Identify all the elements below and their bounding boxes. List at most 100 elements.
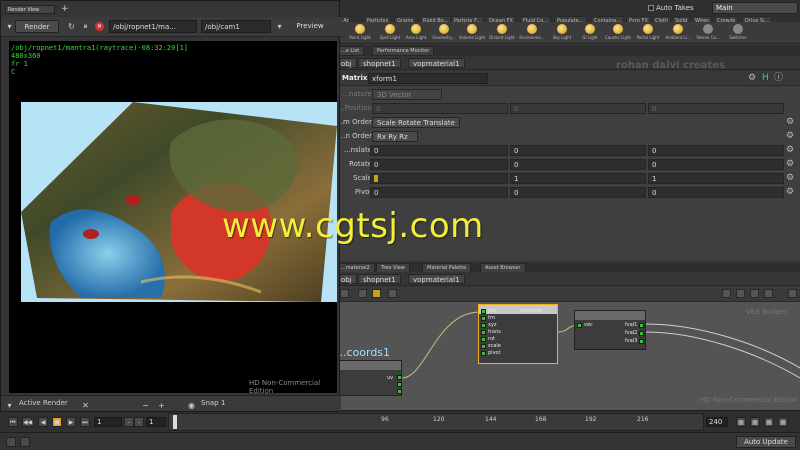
- xform-order-select[interactable]: Scale Rotate Translate: [372, 117, 460, 128]
- stop-render-icon[interactable]: ✕: [95, 22, 104, 31]
- output-port[interactable]: [639, 339, 644, 344]
- gear-icon[interactable]: ⚙: [786, 188, 795, 197]
- area-light-tool[interactable]: Area Light: [402, 24, 430, 44]
- input-port[interactable]: [481, 351, 486, 356]
- play-button[interactable]: ▶: [66, 417, 76, 427]
- refresh-icon[interactable]: ↻: [67, 22, 76, 31]
- output-port[interactable]: [397, 389, 402, 394]
- scale-z-field[interactable]: 1: [648, 173, 784, 184]
- tool-icon[interactable]: [372, 289, 381, 298]
- keys-icon[interactable]: ▦: [736, 417, 746, 427]
- rop-path-field[interactable]: /obj/ropnet1/ma...: [109, 20, 197, 33]
- tool-icon[interactable]: [358, 289, 367, 298]
- pivot-y-field[interactable]: 0: [510, 187, 646, 198]
- position-y-field[interactable]: 0: [510, 103, 646, 114]
- gear-icon[interactable]: ⚙: [786, 118, 795, 127]
- position-x-field[interactable]: 0: [372, 103, 508, 114]
- snap-value[interactable]: 1: [221, 399, 225, 407]
- caustic-light-tool[interactable]: Caustic Light: [604, 24, 632, 44]
- vector-to-float-node[interactable]: vec fval1 fval2 fval3: [574, 310, 646, 350]
- timeline-ruler[interactable]: 96 120 144 168 192 216: [168, 413, 704, 431]
- environment-light-tool[interactable]: Environme...: [518, 24, 546, 44]
- scale-x-field[interactable]: [370, 173, 508, 184]
- keys-icon[interactable]: ▦: [764, 417, 774, 427]
- breadcrumb-shopnet[interactable]: shopnet1: [358, 274, 401, 284]
- auto-update-button[interactable]: Auto Update: [736, 436, 796, 448]
- camera-field[interactable]: /obj/cam1: [201, 20, 271, 33]
- output-port[interactable]: [397, 382, 402, 387]
- gi-light-tool[interactable]: GI Light: [576, 24, 604, 44]
- status-icon[interactable]: [20, 437, 30, 447]
- keys-icon[interactable]: ▦: [750, 417, 760, 427]
- step-back-button[interactable]: ◀◀: [22, 417, 32, 427]
- playhead[interactable]: [173, 415, 177, 429]
- breadcrumb-shopnet[interactable]: shopnet1: [358, 58, 401, 68]
- position-z-field[interactable]: 0: [648, 103, 784, 114]
- status-icon[interactable]: [6, 437, 16, 447]
- tool-icon[interactable]: [788, 289, 797, 298]
- pivot-x-field[interactable]: 0: [370, 187, 508, 198]
- zoom-in-icon[interactable]: +: [157, 401, 166, 410]
- stereo-camera-tool[interactable]: Stereo Ca...: [694, 24, 722, 44]
- jump-end-button[interactable]: ⏭: [80, 417, 90, 427]
- zoom-out-icon[interactable]: −: [141, 401, 150, 410]
- render-button[interactable]: Render: [15, 20, 59, 33]
- rotate-z-field[interactable]: 0: [648, 159, 784, 170]
- volume-light-tool[interactable]: Volume Light: [458, 24, 486, 44]
- distant-light-tool[interactable]: Distant Light: [488, 24, 516, 44]
- portal-light-tool[interactable]: Portal Light: [634, 24, 662, 44]
- keys-icon[interactable]: ▦: [778, 417, 788, 427]
- auto-takes-checkbox[interactable]: [648, 5, 654, 11]
- frame-up-button[interactable]: -: [134, 417, 144, 427]
- rot-order-select[interactable]: Rx Ry Rz: [372, 131, 418, 142]
- tool-icon[interactable]: [340, 289, 349, 298]
- tab-performance-monitor[interactable]: Performance Monitor: [372, 46, 435, 56]
- options-icon[interactable]: ▾: [275, 22, 284, 31]
- translate-y-field[interactable]: 0: [510, 145, 646, 156]
- output-port[interactable]: [397, 375, 402, 380]
- scale-y-field[interactable]: 1: [510, 173, 646, 184]
- tool-icon[interactable]: [736, 289, 745, 298]
- ambient-light-tool[interactable]: Ambient Li...: [664, 24, 692, 44]
- tab-list[interactable]: ...e List: [336, 46, 365, 56]
- breadcrumb-vopmaterial[interactable]: vopmaterial1: [408, 274, 465, 284]
- coords-node[interactable]: uv: [336, 360, 402, 396]
- input-port[interactable]: [481, 316, 486, 321]
- spot-light-tool[interactable]: Spot Light: [376, 24, 404, 44]
- xform-node[interactable]: pos trn xyz trans rot scale pivot xformp…: [478, 304, 558, 364]
- input-port[interactable]: [481, 344, 486, 349]
- switcher-tool[interactable]: Switcher: [724, 24, 752, 44]
- tool-icon[interactable]: [764, 289, 773, 298]
- desktop-select[interactable]: Main: [712, 2, 798, 14]
- rotate-x-field[interactable]: 0: [370, 159, 508, 170]
- translate-z-field[interactable]: 0: [648, 145, 784, 156]
- jump-start-button[interactable]: ⏮: [8, 417, 18, 427]
- signature-select[interactable]: 3D Vector: [372, 89, 442, 100]
- pivot-z-field[interactable]: 0: [648, 187, 784, 198]
- help-icon[interactable]: H: [762, 74, 771, 83]
- input-port[interactable]: [481, 323, 486, 328]
- gear-icon[interactable]: ⚙: [786, 146, 795, 155]
- sky-light-tool[interactable]: Sky Light: [548, 24, 576, 44]
- pause-icon[interactable]: ⏸: [81, 22, 90, 31]
- input-port[interactable]: [481, 330, 486, 335]
- rotate-y-field[interactable]: 0: [510, 159, 646, 170]
- geometry-light-tool[interactable]: Geometry...: [430, 24, 458, 44]
- tool-icon[interactable]: [388, 289, 397, 298]
- output-port[interactable]: [639, 331, 644, 336]
- stop-button[interactable]: ■: [52, 417, 62, 427]
- breadcrumb-vopmaterial[interactable]: vopmaterial1: [408, 58, 465, 68]
- output-port[interactable]: [639, 323, 644, 328]
- gear-icon[interactable]: ⚙: [786, 174, 795, 183]
- gear-icon[interactable]: ⚙: [786, 160, 795, 169]
- play-reverse-button[interactable]: ◀: [38, 417, 48, 427]
- gear-icon[interactable]: ⚙: [748, 74, 757, 83]
- input-port[interactable]: [481, 309, 486, 314]
- render-view-tab[interactable]: Render View: [5, 5, 55, 14]
- preview-toggle[interactable]: Preview: [287, 20, 333, 33]
- current-frame-field[interactable]: 1: [94, 417, 122, 427]
- gear-icon[interactable]: ⚙: [786, 132, 795, 141]
- add-tab-icon[interactable]: +: [61, 4, 69, 14]
- close-icon[interactable]: ✕: [81, 401, 90, 410]
- menu-icon[interactable]: ▾: [5, 401, 14, 410]
